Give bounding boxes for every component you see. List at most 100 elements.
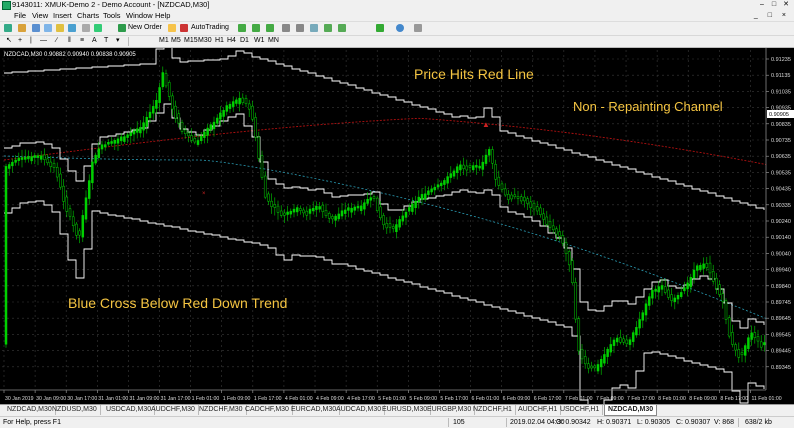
market-watch-icon[interactable]: [32, 24, 40, 32]
candle-body: [311, 207, 315, 212]
candle-body: [494, 164, 497, 180]
chart-tab[interactable]: CADCHF,M30: [242, 405, 293, 415]
candle-body: [468, 165, 472, 168]
close-button[interactable]: ✕: [780, 0, 792, 9]
tf-d1[interactable]: D1: [240, 36, 249, 46]
zoom-out-icon[interactable]: [296, 24, 304, 32]
title-bar: 9143011: XMUK-Demo 2 - Demo Account - [N…: [0, 0, 794, 10]
tf-m30[interactable]: M30: [198, 36, 212, 46]
crosshair-icon[interactable]: +: [18, 36, 22, 46]
autotrading-icon[interactable]: [180, 24, 188, 32]
arrows-icon[interactable]: ▾: [116, 36, 120, 46]
line-chart-icon[interactable]: [266, 24, 274, 32]
price-tick-label: 0.90040: [771, 251, 791, 257]
candle-body: [692, 269, 696, 279]
candle-body: [407, 207, 411, 212]
candle-body: [583, 356, 587, 365]
candle-body: [46, 158, 49, 164]
candle-body: [135, 128, 139, 133]
new-order-icon[interactable]: [118, 24, 126, 32]
channel-icon[interactable]: ‖: [68, 36, 71, 46]
menu-help[interactable]: Help: [155, 10, 170, 21]
candle-body: [68, 208, 72, 217]
candle-body: [455, 166, 459, 173]
new-order-button[interactable]: New Order: [128, 23, 162, 33]
candle-body: [574, 282, 577, 320]
chart-tab[interactable]: NZDUSD,M30: [49, 405, 101, 415]
candle-body: [615, 337, 619, 343]
time-tick-label: 30 Jan 17:00: [67, 396, 97, 402]
vertical-line-icon[interactable]: |: [30, 36, 32, 46]
chart-tab[interactable]: AUDCAD,M30: [333, 405, 386, 415]
new-chart-icon[interactable]: [4, 24, 12, 32]
tf-m5[interactable]: M5: [171, 36, 181, 46]
label-icon[interactable]: T: [104, 36, 108, 46]
navigator-icon[interactable]: [56, 24, 64, 32]
price-tick-label: 0.90735: [771, 138, 791, 144]
chart-tab[interactable]: EURGBP,M30: [424, 405, 476, 415]
text-icon[interactable]: A: [92, 36, 97, 46]
menu-insert[interactable]: Insert: [53, 10, 72, 21]
menu-view[interactable]: View: [32, 10, 48, 21]
terminal-icon[interactable]: [68, 24, 76, 32]
status-bar: For Help, press F1 105 2019.02.04 04:30 …: [0, 416, 794, 428]
fibonacci-icon[interactable]: ≡: [80, 36, 84, 46]
candle-body: [273, 204, 277, 208]
periods-icon[interactable]: [396, 24, 404, 32]
chart-tab[interactable]: AUDCHF,M30: [148, 405, 199, 415]
expert-advisors-icon[interactable]: [168, 24, 176, 32]
candle-body: [110, 141, 113, 144]
zoom-in-icon[interactable]: [282, 24, 290, 32]
metaeditor-icon[interactable]: [94, 24, 102, 32]
cursor-icon[interactable]: ↖: [6, 36, 12, 46]
candle-body: [459, 164, 462, 171]
chart-tab[interactable]: NZDCHF,H1: [470, 405, 516, 415]
mdi-controls[interactable]: _ □ ×: [754, 10, 790, 21]
indicators-icon[interactable]: [376, 24, 384, 32]
minimize-button[interactable]: –: [756, 0, 768, 9]
candle-body: [366, 198, 369, 204]
trendline-icon[interactable]: ∕: [56, 36, 57, 46]
price-chart[interactable]: 0.91235 0.91135 0.91035 0.90935 0.90835 0.907…: [0, 48, 794, 404]
menu-charts[interactable]: Charts: [77, 10, 99, 21]
tf-h1[interactable]: H1: [215, 36, 224, 46]
tile-windows-icon[interactable]: [310, 24, 318, 32]
bar-chart-icon[interactable]: [238, 24, 246, 32]
candle-body: [203, 131, 206, 138]
maximize-button[interactable]: □: [768, 0, 780, 9]
candle-body: [516, 196, 520, 199]
tf-mn[interactable]: MN: [268, 36, 279, 46]
tf-m15[interactable]: M15: [184, 36, 198, 46]
candle-body: [500, 183, 504, 190]
profiles-icon[interactable]: [18, 24, 26, 32]
candle-body: [158, 87, 161, 103]
templates-icon[interactable]: [414, 24, 422, 32]
candle-body: [561, 235, 565, 244]
chart-tab[interactable]: NZDCAD,M30: [604, 405, 658, 416]
chart-tab[interactable]: USDCHF,H1: [557, 405, 604, 415]
candle-body: [580, 348, 584, 360]
chart-tab[interactable]: NZDCHF,M30: [196, 405, 247, 415]
horizontal-line-icon[interactable]: —: [40, 36, 47, 46]
tf-m1[interactable]: M1: [159, 36, 169, 46]
candlestick-icon[interactable]: [252, 24, 260, 32]
candle-body: [331, 216, 334, 220]
strategy-tester-icon[interactable]: [82, 24, 90, 32]
menu-file[interactable]: File: [14, 10, 26, 21]
candle-body: [740, 352, 744, 356]
menu-window[interactable]: Window: [126, 10, 153, 21]
tf-w1[interactable]: W1: [254, 36, 265, 46]
chart-shift-icon[interactable]: [324, 24, 332, 32]
chart-tab[interactable]: NZDCAD,M30: [4, 405, 56, 415]
candle-body: [411, 203, 414, 212]
tf-h4[interactable]: H4: [227, 36, 236, 46]
time-tick-label: 4 Feb 01:00: [285, 396, 313, 402]
data-window-icon[interactable]: [44, 24, 52, 32]
candle-body: [644, 303, 648, 316]
candle-body: [558, 231, 561, 237]
candle-body: [215, 117, 219, 124]
menu-tools[interactable]: Tools: [103, 10, 121, 21]
autotrading-button[interactable]: AutoTrading: [191, 23, 229, 33]
chart-tab[interactable]: AUDCHF,H1: [515, 405, 562, 415]
autoscroll-icon[interactable]: [338, 24, 346, 32]
